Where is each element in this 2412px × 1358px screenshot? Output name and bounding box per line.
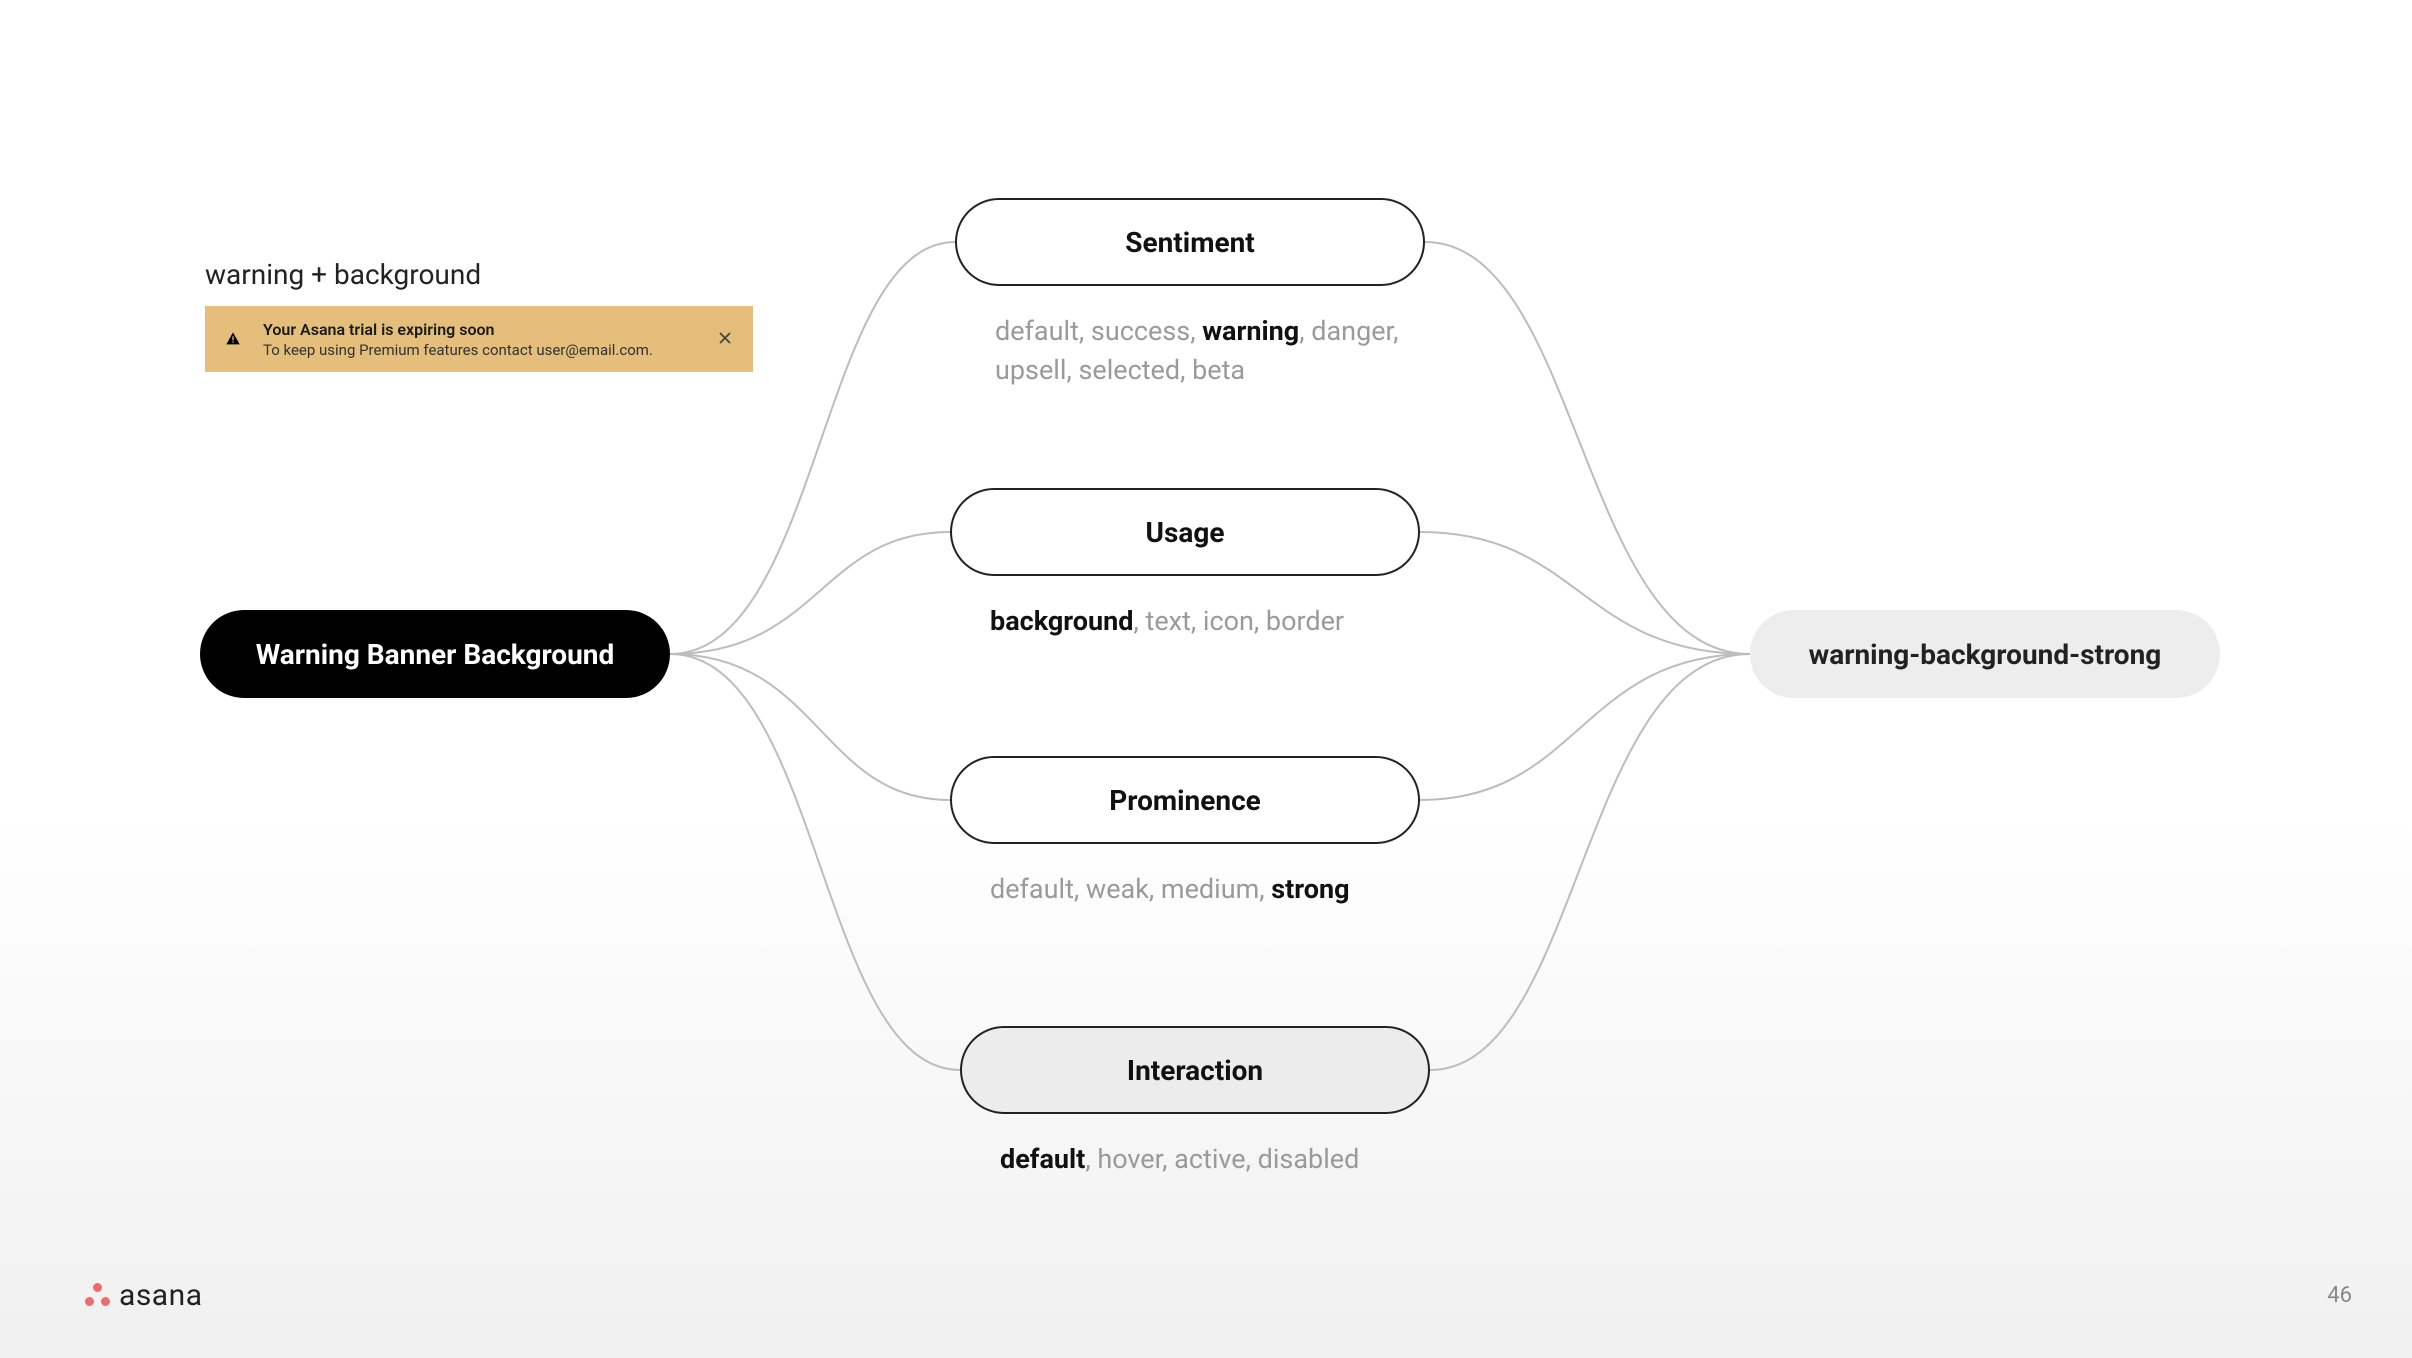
root-token-pill: Warning Banner Background (200, 610, 670, 698)
category-values-interaction: default, hover, active, disabled (960, 1140, 1430, 1179)
warning-banner-text: Your Asana trial is expiring soon To kee… (245, 320, 713, 359)
category-interaction: Interaction default, hover, active, disa… (960, 1026, 1430, 1179)
page-number: 46 (2327, 1283, 2352, 1308)
asana-logo: asana (85, 1278, 203, 1313)
example-label: warning + background (205, 258, 481, 291)
warning-banner-subtitle: To keep using Premium features contact u… (263, 341, 703, 359)
close-icon[interactable] (713, 329, 737, 350)
category-pill-sentiment: Sentiment (955, 198, 1425, 286)
warning-banner: Your Asana trial is expiring soon To kee… (205, 306, 753, 372)
category-usage: Usage background, text, icon, border (950, 488, 1420, 641)
slide: warning + background Your Asana trial is… (0, 0, 2412, 1358)
category-sentiment: Sentiment default, success, warning, dan… (955, 198, 1425, 390)
asana-logo-text: asana (119, 1278, 203, 1313)
category-pill-prominence: Prominence (950, 756, 1420, 844)
category-pill-interaction: Interaction (960, 1026, 1430, 1114)
category-values-sentiment: default, success, warning, danger, upsel… (955, 312, 1425, 390)
asana-logo-icon (85, 1283, 111, 1309)
category-pill-usage: Usage (950, 488, 1420, 576)
warning-triangle-icon (221, 331, 245, 347)
result-token-pill: warning-background-strong (1750, 610, 2220, 698)
warning-banner-title: Your Asana trial is expiring soon (263, 320, 703, 339)
category-values-prominence: default, weak, medium, strong (950, 870, 1420, 909)
category-values-usage: background, text, icon, border (950, 602, 1420, 641)
category-prominence: Prominence default, weak, medium, strong (950, 756, 1420, 909)
